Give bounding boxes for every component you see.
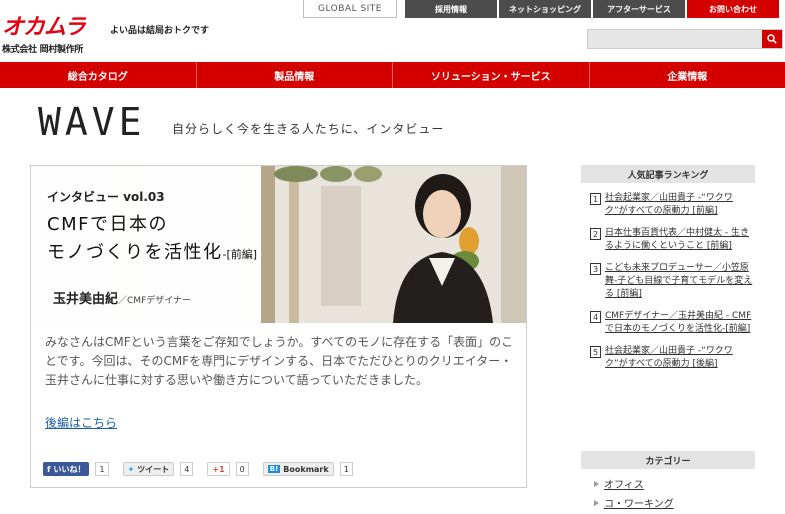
hero-image[interactable]: インタビュー vol.03 CMFで日本の モノづくりを活性化-[前編] 玉井美… (31, 166, 526, 323)
facebook-like-button[interactable]: f いいね！ (43, 462, 90, 476)
rank-number: 5 (590, 346, 601, 358)
hatena-label: Bookmark (283, 464, 329, 474)
tagline: よい品は結局おトクです (110, 26, 210, 36)
rank-number: 3 (590, 263, 601, 275)
facebook-like-label: いいね！ (53, 464, 86, 474)
search-button[interactable] (762, 30, 782, 48)
mainnav-products[interactable]: 製品情報 (197, 62, 393, 88)
search-input[interactable] (588, 30, 762, 48)
topnav-contact[interactable]: お問い合わせ (687, 0, 779, 18)
hero-text-panel: インタビュー vol.03 CMFで日本の モノづくりを活性化-[前編] 玉井美… (31, 166, 261, 323)
rank-title[interactable]: こども未来プロデューサー／小笠原舞-子ども目線で子育てモデルを変える [前編] (605, 262, 755, 301)
category-label: コ・ワーキング (604, 499, 674, 510)
twitter-icon: ✦ (127, 464, 135, 474)
ranking-heading: 人気記事ランキング (581, 165, 755, 183)
rank-title[interactable]: 社会起業家／山田貴子 -“ワクワク”がすべての原動力 [後編] (605, 345, 755, 371)
tweet-count: 4 (180, 462, 194, 476)
arrow-right-icon (594, 480, 599, 487)
hatena-count: 1 (339, 462, 353, 476)
feature-description: みなさんはCMFという言葉をご存知でしょうか。すべてのモノに存在する「表面」のこ… (45, 335, 514, 387)
category-item-coworking[interactable]: コ・ワーキング (594, 495, 759, 510)
ranking-item[interactable]: 3 こども未来プロデューサー／小笠原舞-子ども目線で子育てモデルを変える [前編… (590, 262, 755, 301)
search-icon (767, 34, 777, 44)
gplus-button[interactable]: +1 (207, 462, 230, 476)
person-name-block: 玉井美由紀／CMFデザイナー (53, 288, 191, 307)
feature-title-main: モノづくりを活性化 (47, 242, 223, 263)
top-nav: 採用情報 ネットショッピング アフターサービス お問い合わせ (405, 0, 779, 18)
ranking-item[interactable]: 5 社会起業家／山田貴子 -“ワクワク”がすべての原動力 [後編] (590, 345, 755, 371)
main-nav: 総合カタログ 製品情報 ソリューション・サービス 企業情報 (0, 62, 785, 88)
rank-title[interactable]: 社会起業家／山田貴子 -“ワクワク”がすべての原動力 [前編] (605, 192, 755, 218)
category-label: オフィス (604, 480, 644, 491)
category-list: オフィス コ・ワーキング (594, 476, 759, 514)
topnav-recruit[interactable]: 採用情報 (405, 0, 497, 18)
page-title: WAVE (38, 100, 146, 144)
hatena-icon: B! (267, 465, 281, 473)
next-part-link[interactable]: 後編はこちら (45, 414, 117, 431)
feature-title-line1: CMFで日本の (47, 214, 168, 235)
search-box (587, 29, 783, 49)
okamura-logo[interactable]: オカムラ (2, 14, 98, 42)
ranking-item[interactable]: 1 社会起業家／山田貴子 -“ワクワク”がすべての原動力 [前編] (590, 192, 755, 218)
page-subtitle: 自分らしく今を生きる人たちに、インタビュー (172, 122, 445, 136)
facebook-count: 1 (95, 462, 109, 476)
person-role: ／CMFデザイナー (118, 296, 192, 306)
topnav-after-service[interactable]: アフターサービス (593, 0, 685, 18)
company-name: 株式会社 岡村製作所 (2, 45, 84, 55)
rank-title[interactable]: 日本仕事百貨代表／中村健太 - 生きるように働くということ [前編] (605, 227, 755, 253)
hatena-bookmark-button[interactable]: B! Bookmark (262, 462, 334, 476)
rank-number: 1 (590, 193, 601, 205)
rank-number: 4 (590, 311, 601, 323)
gplus-label: +1 (212, 464, 225, 474)
global-site-link[interactable]: GLOBAL SITE (303, 0, 397, 18)
mainnav-catalog[interactable]: 総合カタログ (0, 62, 197, 88)
person-name: 玉井美由紀 (53, 292, 119, 307)
mainnav-corporate[interactable]: 企業情報 (590, 62, 785, 88)
ranking-list: 1 社会起業家／山田貴子 -“ワクワク”がすべての原動力 [前編] 2 日本仕事… (590, 192, 755, 380)
interview-vol: インタビュー vol.03 (47, 190, 165, 204)
feature-title-line2: モノづくりを活性化-[前編] (47, 238, 257, 264)
arrow-right-icon (594, 499, 599, 506)
topnav-shopping[interactable]: ネットショッピング (499, 0, 591, 18)
logo-text: オカムラ (2, 15, 86, 40)
category-heading: カテゴリー (581, 451, 755, 469)
rank-number: 2 (590, 228, 601, 240)
mainnav-solutions[interactable]: ソリューション・サービス (393, 62, 590, 88)
tweet-button[interactable]: ✦ ツイート (122, 462, 175, 476)
ranking-item[interactable]: 4 CMFデザイナー／玉井美由紀 - CMFで日本のモノづくりを活性化-[前編] (590, 310, 755, 336)
tweet-label: ツイート (137, 464, 170, 474)
ranking-item[interactable]: 2 日本仕事百貨代表／中村健太 - 生きるように働くということ [前編] (590, 227, 755, 253)
category-item-office[interactable]: オフィス (594, 476, 759, 491)
rank-title[interactable]: CMFデザイナー／玉井美由紀 - CMFで日本のモノづくりを活性化-[前編] (605, 310, 755, 336)
gplus-count: 0 (235, 462, 249, 476)
feature-title-part: -[前編] (222, 248, 258, 261)
share-bar: f いいね！ 1 ✦ ツイート 4 +1 0 B! Bookmark 1 (43, 462, 361, 476)
facebook-icon: f (47, 464, 51, 474)
feature-card: インタビュー vol.03 CMFで日本の モノづくりを活性化-[前編] 玉井美… (30, 165, 527, 488)
